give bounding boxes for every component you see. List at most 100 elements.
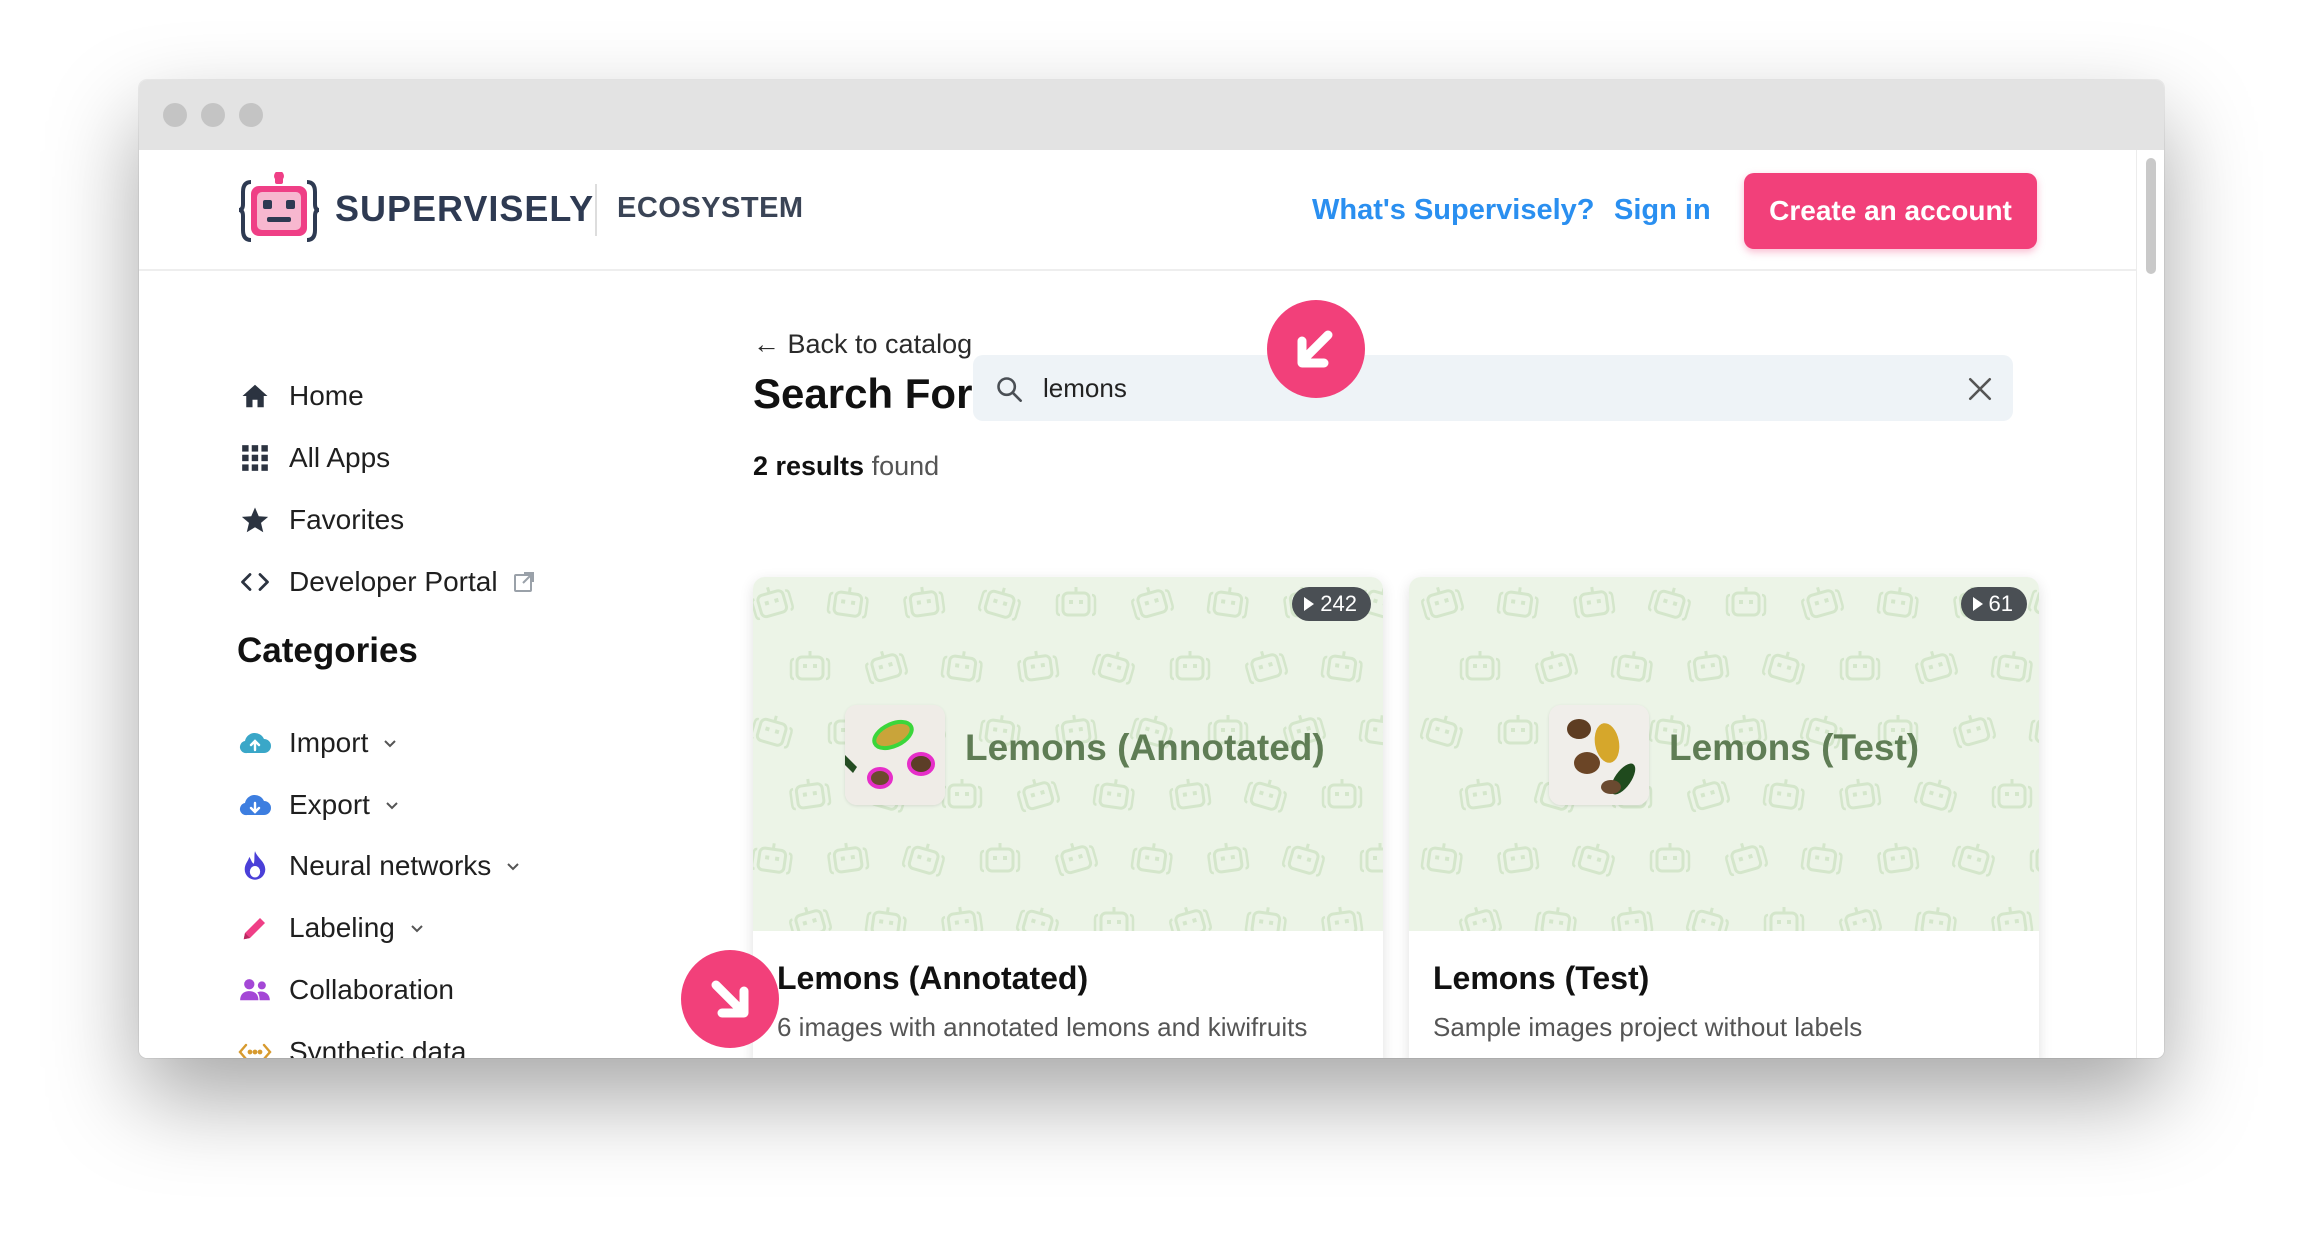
sidebar-item-all-apps[interactable]: All Apps	[237, 438, 390, 478]
browser-window: SUPERVISELY ECOSYSTEM What's Supervisely…	[139, 80, 2164, 1058]
chevron-down-icon[interactable]	[503, 856, 523, 876]
brand-name[interactable]: SUPERVISELY	[335, 188, 594, 230]
section-name[interactable]: ECOSYSTEM	[617, 192, 804, 225]
sidebar-item-label: Favorites	[289, 504, 405, 535]
minimize-window-dot[interactable]	[201, 103, 225, 127]
sidebar-item-favorites[interactable]: Favorites	[237, 500, 404, 540]
card-description: 6 images with annotated lemons and kiwif…	[777, 1012, 1308, 1042]
window-titlebar	[139, 80, 2164, 150]
robot-pattern-icon	[901, 843, 945, 877]
search-input[interactable]	[1043, 373, 1943, 404]
chevron-down-icon[interactable]	[382, 795, 402, 815]
robot-pattern-icon	[1913, 779, 1957, 813]
sidebar-item-developer-portal[interactable]: Developer Portal	[237, 562, 536, 602]
whats-supervisely-link[interactable]: What's Supervisely?	[1312, 194, 1594, 227]
category-collaboration[interactable]: Collaboration	[237, 970, 454, 1010]
create-account-button[interactable]: Create an account	[1744, 173, 2037, 249]
close-icon[interactable]	[1967, 376, 1993, 402]
category-export[interactable]: Export	[237, 785, 402, 825]
search-icon	[997, 377, 1022, 402]
sidebar-item-label: All Apps	[289, 442, 391, 473]
supervisely-logo-icon[interactable]	[237, 172, 321, 248]
maximize-window-dot[interactable]	[239, 103, 263, 127]
card-banner: 242 Lemons (Annotated)	[753, 577, 1383, 931]
scrollbar-thumb[interactable]	[2146, 158, 2156, 274]
robot-pattern-icon	[1243, 779, 1287, 813]
robot-pattern-icon	[1687, 650, 1730, 683]
results-suffix: found	[864, 451, 940, 481]
robot-pattern-icon	[1169, 651, 1211, 681]
robot-pattern-icon	[1725, 842, 1768, 877]
app-card-lemons-annotated[interactable]: 242 Lemons (Annotated) Lemons (Annotated…	[753, 577, 1383, 1058]
robot-pattern-icon	[1017, 778, 1060, 813]
robot-pattern-icon	[1496, 587, 1539, 619]
category-labeling[interactable]: Labeling	[237, 908, 427, 948]
robot-pattern-icon	[1359, 843, 1383, 873]
robot-pattern-icon	[1244, 907, 1287, 931]
star-icon	[237, 502, 273, 538]
robot-pattern-icon	[1953, 714, 1996, 749]
back-to-catalog-link[interactable]: ← Back to catalog	[753, 329, 972, 360]
robot-pattern-icon	[1207, 842, 1250, 875]
chevron-down-icon[interactable]	[407, 918, 427, 938]
robot-pattern-icon	[753, 715, 793, 749]
robot-pattern-icon	[1281, 843, 1325, 877]
robot-pattern-icon	[789, 778, 832, 811]
robot-pattern-icon	[941, 906, 984, 931]
card-title[interactable]: Lemons (Test)	[1433, 960, 1649, 997]
robot-pattern-icon	[1169, 778, 1212, 811]
robot-pattern-icon	[1876, 587, 1919, 619]
lemons-annotated-image-icon	[845, 705, 945, 805]
robot-pattern-icon	[1358, 715, 1383, 746]
robot-pattern-icon	[1091, 651, 1135, 685]
robot-pattern-icon	[903, 586, 946, 619]
banner-title: Lemons (Test)	[1669, 727, 1920, 768]
robot-pattern-icon	[977, 587, 1021, 621]
card-title[interactable]: Lemons (Annotated)	[777, 960, 1088, 997]
run-count: 61	[1988, 591, 2013, 616]
category-neural-networks[interactable]: Neural networks	[237, 846, 523, 886]
card-banner: 61 Lemons (Test)	[1409, 577, 2039, 931]
category-label: Export	[289, 789, 370, 820]
home-icon	[237, 378, 273, 414]
play-icon	[1304, 597, 1315, 611]
page-viewport: SUPERVISELY ECOSYSTEM What's Supervisely…	[139, 150, 2164, 1058]
chevron-down-icon[interactable]	[380, 733, 400, 753]
robot-pattern-icon	[1459, 778, 1502, 811]
robot-pattern-icon	[1800, 843, 1843, 875]
category-import[interactable]: Import	[237, 723, 400, 763]
robot-pattern-icon	[1130, 843, 1173, 875]
close-window-dot[interactable]	[163, 103, 187, 127]
robot-pattern-icon	[1497, 842, 1540, 875]
robot-pattern-icon	[1459, 906, 1502, 931]
robot-pattern-icon	[1320, 651, 1363, 683]
search-label: Search For	[753, 370, 973, 417]
robot-pattern-icon	[941, 779, 983, 809]
robot-pattern-icon	[753, 586, 794, 621]
robot-pattern-icon	[1839, 651, 1881, 681]
search-bar[interactable]	[973, 355, 2013, 421]
robot-pattern-icon	[1990, 651, 2033, 683]
page-scrollbar[interactable]	[2136, 150, 2164, 1058]
robot-pattern-icon	[753, 843, 793, 875]
robot-pattern-icon	[827, 842, 870, 875]
sidebar-item-home[interactable]: Home	[237, 376, 364, 416]
robot-pattern-icon	[2028, 718, 2039, 746]
robot-pattern-icon	[2027, 589, 2039, 619]
run-count-badge: 61	[1960, 587, 2027, 621]
robot-pattern-icon	[1611, 906, 1654, 931]
robot-pattern-icon	[1571, 843, 1615, 877]
category-label: Synthetic data	[289, 1036, 467, 1058]
cloud-download-icon	[237, 787, 273, 823]
robot-pattern-icon	[1534, 907, 1577, 931]
sign-in-link[interactable]: Sign in	[1614, 194, 1711, 227]
robot-pattern-icon	[789, 651, 831, 681]
robot-pattern-icon	[1647, 587, 1691, 621]
arrow-down-left-icon	[1297, 330, 1333, 368]
category-synthetic-data[interactable]: Synthetic data	[237, 1032, 466, 1058]
app-card-lemons-test[interactable]: 61 Lemons (Test) Lemons (Test) Sample im…	[1409, 577, 2039, 1058]
robot-pattern-icon	[1535, 650, 1578, 685]
project-thumbnail	[845, 705, 945, 805]
annotation-marker	[681, 950, 779, 1048]
results-count: 2 results	[753, 451, 865, 481]
